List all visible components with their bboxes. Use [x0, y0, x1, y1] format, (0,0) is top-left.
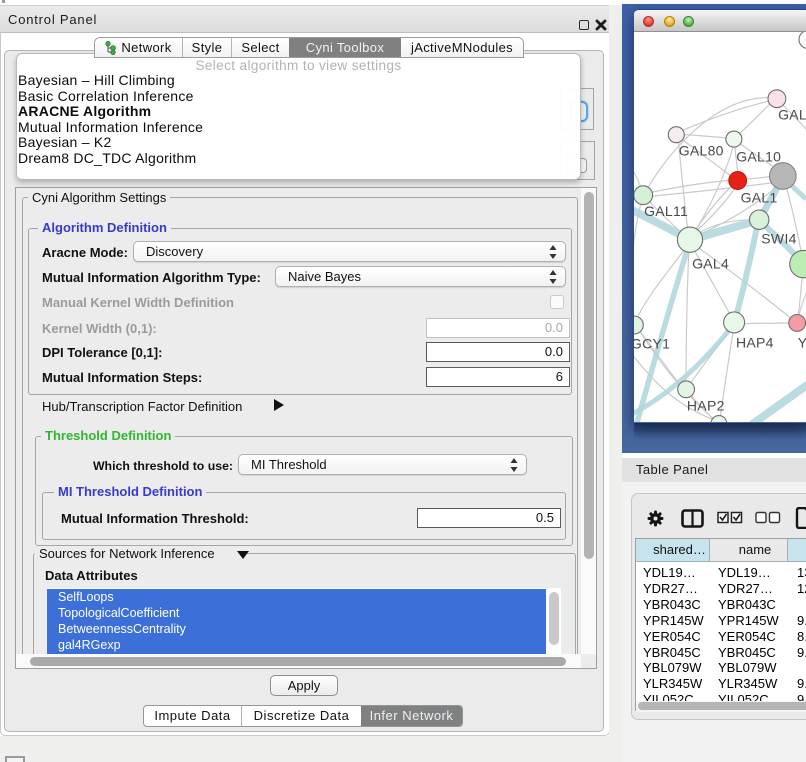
svg-text:GAL4: GAL4: [692, 256, 729, 272]
svg-text:SWI4: SWI4: [761, 231, 796, 247]
svg-text:Y: Y: [798, 334, 806, 350]
svg-text:GAL11: GAL11: [644, 203, 688, 219]
svg-text:GAL8: GAL8: [778, 106, 806, 122]
svg-text:GAL10: GAL10: [736, 148, 781, 164]
svg-text:HAP4: HAP4: [736, 334, 774, 350]
svg-text:HAP2: HAP2: [687, 397, 725, 413]
svg-text:GCY1: GCY1: [634, 336, 670, 352]
svg-text:GAL80: GAL80: [679, 142, 724, 158]
svg-text:GAL1: GAL1: [741, 190, 778, 206]
